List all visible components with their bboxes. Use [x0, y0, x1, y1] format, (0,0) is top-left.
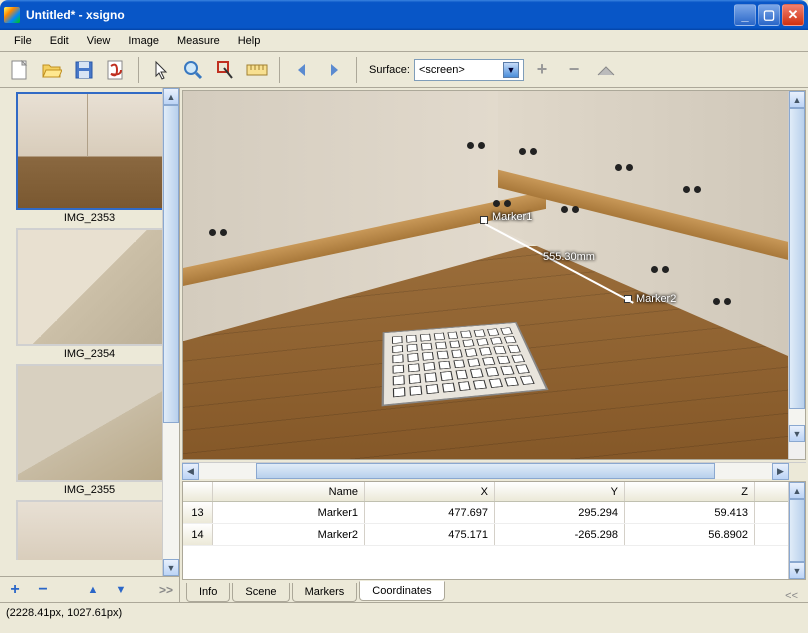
- col-z[interactable]: Z: [625, 482, 755, 501]
- menu-help[interactable]: Help: [230, 33, 269, 49]
- col-x[interactable]: X: [365, 482, 495, 501]
- new-button[interactable]: [6, 56, 34, 84]
- surface-remove-button[interactable]: −: [560, 56, 588, 84]
- menubar: File Edit View Image Measure Help: [0, 30, 808, 52]
- open-button[interactable]: [38, 56, 66, 84]
- thumbnail-label: IMG_2355: [16, 482, 164, 496]
- titlebar: Untitled* - xsigno _ ▢ ✕: [0, 0, 808, 30]
- thumbnail-label: IMG_2353: [16, 210, 164, 224]
- surface-select[interactable]: <screen> ▼: [414, 59, 524, 81]
- marker-tool[interactable]: [211, 56, 239, 84]
- window-title: Untitled* - xsigno: [26, 8, 734, 22]
- chevron-down-icon: ▼: [503, 62, 519, 78]
- thumbnail-item[interactable]: [16, 500, 164, 560]
- scroll-down-icon[interactable]: ▼: [789, 562, 805, 579]
- menu-image[interactable]: Image: [120, 33, 167, 49]
- tab-coordinates[interactable]: Coordinates: [359, 581, 444, 601]
- viewer-vscrollbar[interactable]: ▲ ▼: [788, 91, 805, 459]
- data-grid: Name X Y Z 13 Marker1 477.697 295.294 59…: [182, 481, 806, 580]
- tab-bar: Info Scene Markers Coordinates <<: [182, 580, 806, 602]
- move-down-button[interactable]: ▼: [112, 584, 130, 596]
- surface-label: Surface:: [369, 64, 410, 76]
- col-rownum[interactable]: [183, 482, 213, 501]
- marker1-label: Marker1: [492, 211, 532, 223]
- marker2-label: Marker2: [636, 293, 676, 305]
- app-icon: [4, 7, 20, 23]
- scroll-up-icon[interactable]: ▲: [789, 482, 805, 499]
- ruler-tool[interactable]: [243, 56, 271, 84]
- collapse-button[interactable]: <<: [447, 590, 806, 602]
- tab-markers[interactable]: Markers: [292, 583, 358, 602]
- save-button[interactable]: [70, 56, 98, 84]
- surface-value: <screen>: [419, 64, 465, 76]
- prev-button[interactable]: [288, 56, 316, 84]
- surface-config-button[interactable]: [592, 56, 620, 84]
- menu-measure[interactable]: Measure: [169, 33, 228, 49]
- pdf-button[interactable]: [102, 56, 130, 84]
- expand-button[interactable]: >>: [159, 583, 173, 597]
- status-bar: (2228.41px, 1027.61px): [0, 602, 808, 623]
- image-viewer[interactable]: Marker1 Marker2 555.30mm ▲: [182, 90, 806, 460]
- thumbnail-item[interactable]: IMG_2353: [16, 92, 164, 224]
- scroll-right-icon[interactable]: ▶: [772, 463, 789, 480]
- pointer-tool[interactable]: [147, 56, 175, 84]
- scroll-up-icon[interactable]: ▲: [163, 88, 179, 105]
- surface-add-button[interactable]: +: [528, 56, 556, 84]
- status-coords: (2228.41px, 1027.61px): [6, 607, 122, 619]
- table-header: Name X Y Z: [183, 482, 788, 502]
- scroll-up-icon[interactable]: ▲: [789, 91, 805, 108]
- measure-label: 555.30mm: [543, 251, 595, 263]
- next-button[interactable]: [320, 56, 348, 84]
- close-button[interactable]: ✕: [782, 4, 804, 26]
- scroll-down-icon[interactable]: ▼: [163, 559, 179, 576]
- tab-scene[interactable]: Scene: [232, 583, 289, 602]
- menu-edit[interactable]: Edit: [42, 33, 77, 49]
- thumbnail-label: IMG_2354: [16, 346, 164, 360]
- menu-file[interactable]: File: [6, 33, 40, 49]
- thumbnail-panel: IMG_2353 IMG_2354 IMG_2355 ▲ ▼ + −: [0, 88, 180, 602]
- viewer-hscrollbar[interactable]: ◀ ▶: [182, 462, 806, 479]
- thumbnail-toolbar: + − ▲ ▼ >>: [0, 576, 179, 602]
- col-name[interactable]: Name: [213, 482, 365, 501]
- table-row[interactable]: 13 Marker1 477.697 295.294 59.413: [183, 502, 788, 524]
- thumbnail-scrollbar[interactable]: ▲ ▼: [162, 88, 179, 576]
- col-y[interactable]: Y: [495, 482, 625, 501]
- grid-vscrollbar[interactable]: ▲ ▼: [788, 482, 805, 579]
- tab-info[interactable]: Info: [186, 583, 230, 602]
- add-image-button[interactable]: +: [6, 581, 24, 599]
- thumbnail-item[interactable]: IMG_2355: [16, 364, 164, 496]
- table-row[interactable]: 14 Marker2 475.171 -265.298 56.8902: [183, 524, 788, 546]
- thumbnail-item[interactable]: IMG_2354: [16, 228, 164, 360]
- maximize-button[interactable]: ▢: [758, 4, 780, 26]
- scroll-left-icon[interactable]: ◀: [182, 463, 199, 480]
- toolbar: Surface: <screen> ▼ + −: [0, 52, 808, 88]
- minimize-button[interactable]: _: [734, 4, 756, 26]
- zoom-tool[interactable]: [179, 56, 207, 84]
- scroll-down-icon[interactable]: ▼: [789, 425, 805, 442]
- remove-image-button[interactable]: −: [34, 581, 52, 599]
- menu-view[interactable]: View: [79, 33, 119, 49]
- move-up-button[interactable]: ▲: [84, 584, 102, 596]
